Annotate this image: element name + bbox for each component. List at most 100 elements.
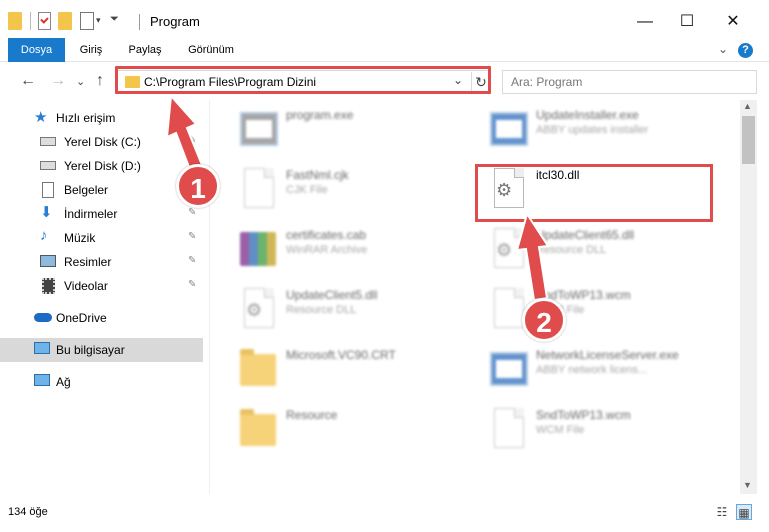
- sidebar-item-videos[interactable]: Videolar ✎: [0, 274, 203, 298]
- file-description: Resource DLL: [536, 244, 607, 256]
- window-title: Program: [150, 14, 200, 29]
- file-name: certificates.cab: [286, 228, 367, 242]
- scrollbar-thumb[interactable]: [742, 116, 755, 164]
- sidebar-item-local-disk-d[interactable]: Yerel Disk (D:) ✎: [0, 154, 203, 178]
- sidebar-item-label: Müzik: [64, 231, 96, 245]
- exe-icon: [488, 348, 528, 394]
- file-name: NetworkLicenseServer.exe: [536, 348, 679, 362]
- file-name: Resource: [286, 408, 338, 422]
- address-highlight-box: [115, 66, 491, 94]
- star-icon: ★: [34, 109, 48, 126]
- file-highlight-box: [475, 164, 713, 222]
- vertical-scrollbar[interactable]: ▲ ▼: [740, 100, 757, 494]
- scroll-down-icon[interactable]: ▼: [743, 480, 752, 490]
- file-page-icon: [488, 288, 528, 334]
- file-item[interactable]: Microsoft.VC90.CRT: [220, 344, 470, 404]
- tab-view[interactable]: Görünüm: [180, 38, 242, 62]
- file-item[interactable]: UpdateInstaller.exe ABBY updates install…: [470, 104, 720, 164]
- file-item[interactable]: FastNml.cjk CJK File: [220, 164, 470, 224]
- ribbon-tabs: Dosya Giriş Paylaş Görünüm ⌄: [0, 38, 769, 98]
- sidebar-item-label: Yerel Disk (C:): [64, 135, 141, 149]
- file-description: WinRAR Archive: [286, 244, 368, 256]
- sidebar-item-label: Ağ: [56, 375, 71, 389]
- forward-arrow-icon[interactable]: →: [50, 72, 66, 90]
- pin-icon: ✎: [188, 255, 197, 266]
- music-note-icon: ♪: [40, 227, 48, 244]
- properties-icon[interactable]: [38, 12, 51, 30]
- pin-icon: ✎: [188, 135, 197, 146]
- toolbar-divider: [30, 12, 31, 30]
- view-icon[interactable]: [80, 12, 94, 30]
- dll-gear-icon: ⚙: [238, 288, 278, 334]
- close-button[interactable]: ✕: [710, 8, 756, 36]
- navigation-pane: ★ Hızlı erişim Yerel Disk (C:) ✎ Yerel D…: [0, 100, 210, 494]
- large-icons-view-icon[interactable]: ▦: [736, 504, 752, 520]
- drive-icon: [40, 137, 56, 146]
- expand-ribbon-icon[interactable]: ⌄: [718, 42, 728, 56]
- back-arrow-icon[interactable]: ←: [20, 72, 36, 90]
- file-item[interactable]: ⚙ UpdateClient5.dll Resource DLL: [220, 284, 470, 344]
- file-item[interactable]: Resource: [220, 404, 470, 464]
- sidebar-item-pictures[interactable]: Resimler ✎: [0, 250, 203, 274]
- sidebar-item-label: Belgeler: [64, 183, 109, 197]
- sidebar-item-quick-access[interactable]: ★ Hızlı erişim: [0, 106, 203, 130]
- step-1-badge: 1: [176, 164, 220, 208]
- step-2-badge: 2: [522, 298, 566, 342]
- sidebar-item-downloads[interactable]: ⬇ İndirmeler ✎: [0, 202, 203, 226]
- network-icon: [34, 374, 50, 386]
- file-item[interactable]: NetworkLicenseServer.exe ABBY network li…: [470, 344, 720, 404]
- title-bar: ▾ ⏷ Program — ☐ ✕: [0, 0, 769, 38]
- folder-icon: [238, 348, 278, 394]
- tab-share[interactable]: Paylaş: [122, 38, 168, 62]
- sidebar-item-onedrive[interactable]: OneDrive: [0, 306, 203, 330]
- folder-icon: [238, 408, 278, 454]
- customize-toolbar-icon[interactable]: ⏷: [110, 13, 119, 31]
- file-item[interactable]: SndToWP13.wcm WCM File: [470, 284, 720, 344]
- sidebar-item-this-pc[interactable]: Bu bilgisayar: [0, 338, 203, 362]
- details-view-icon[interactable]: ☷: [714, 504, 730, 520]
- download-arrow-icon: ⬇: [40, 204, 53, 221]
- pictures-icon: [40, 255, 56, 267]
- folder-icon: [8, 12, 22, 30]
- file-description: ABBY network licens...: [536, 364, 648, 376]
- film-icon: [42, 278, 55, 294]
- up-arrow-icon[interactable]: ↑: [96, 72, 104, 90]
- sidebar-item-documents[interactable]: Belgeler ✎: [0, 178, 203, 202]
- pin-icon: ✎: [188, 279, 197, 290]
- file-name: program.exe: [286, 108, 354, 122]
- file-description: CJK File: [286, 184, 328, 196]
- pin-icon: ✎: [188, 231, 197, 242]
- file-description: ABBY updates installer: [536, 124, 649, 136]
- maximize-button[interactable]: ☐: [664, 8, 710, 36]
- computer-icon: [34, 342, 50, 354]
- sidebar-item-network[interactable]: Ağ: [0, 370, 203, 394]
- file-item[interactable]: certificates.cab WinRAR Archive: [220, 224, 470, 284]
- sidebar-item-label: Hızlı erişim: [56, 111, 116, 125]
- status-bar: 134 öğe ☷ ▦: [0, 494, 769, 532]
- sidebar-item-music[interactable]: ♪ Müzik ✎: [0, 226, 203, 250]
- file-description: Resource DLL: [286, 304, 357, 316]
- sidebar-item-label: OneDrive: [56, 311, 107, 325]
- exe-icon: [238, 108, 278, 154]
- help-icon[interactable]: ?: [738, 43, 753, 58]
- file-page-icon: [238, 168, 278, 214]
- recent-locations-icon[interactable]: ⌄: [76, 75, 85, 88]
- file-page-icon: [488, 408, 528, 454]
- file-description: WCM File: [536, 424, 585, 436]
- scroll-up-icon[interactable]: ▲: [743, 101, 752, 111]
- tab-home[interactable]: Giriş: [72, 38, 110, 62]
- documents-icon: [42, 182, 54, 198]
- file-name: UpdateClient65.dll: [536, 228, 635, 242]
- file-item[interactable]: SndToWP13.wcm WCM File: [470, 404, 720, 464]
- sidebar-item-local-disk-c[interactable]: Yerel Disk (C:) ✎: [0, 130, 203, 154]
- file-item[interactable]: program.exe: [220, 104, 470, 164]
- minimize-button[interactable]: —: [622, 8, 668, 36]
- file-name: SndToWP13.wcm: [536, 408, 631, 422]
- dll-gear-icon: ⚙: [488, 228, 528, 274]
- rar-archive-icon: [238, 228, 278, 274]
- title-divider: [139, 14, 140, 30]
- new-folder-icon[interactable]: [58, 12, 72, 30]
- qa-dropdown-icon[interactable]: ▾: [96, 15, 101, 33]
- search-input[interactable]: Ara: Program: [502, 70, 757, 94]
- file-item[interactable]: ⚙ UpdateClient65.dll Resource DLL: [470, 224, 720, 284]
